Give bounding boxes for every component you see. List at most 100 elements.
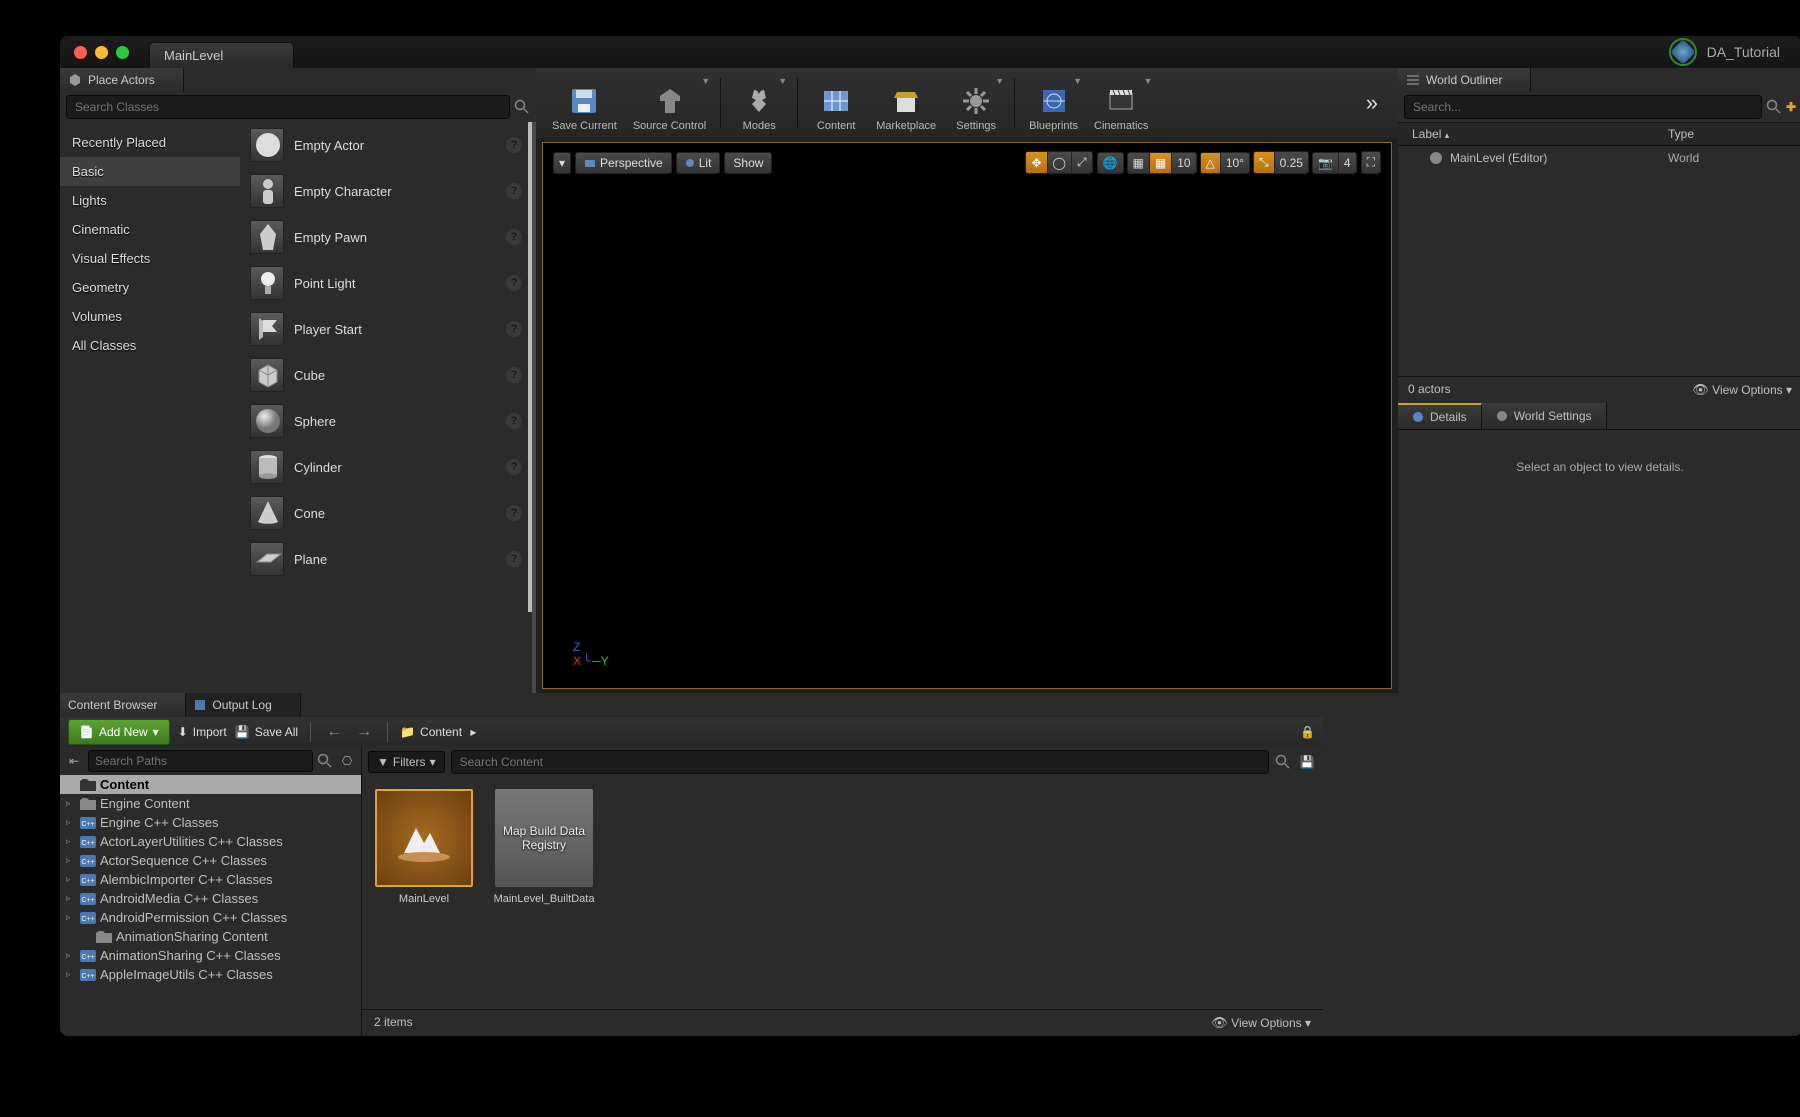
outliner-search-input[interactable] [1404, 95, 1762, 119]
tree-item[interactable]: ▹C++AndroidMedia C++ Classes [60, 889, 361, 908]
actor-point-light[interactable]: Point Light? [240, 260, 532, 306]
output-log-tab[interactable]: Output Log [186, 693, 300, 717]
category-lights[interactable]: Lights [60, 186, 240, 215]
category-geometry[interactable]: Geometry [60, 273, 240, 302]
actor-cone[interactable]: Cone? [240, 490, 532, 536]
actor-empty-character[interactable]: Empty Character? [240, 168, 532, 214]
help-icon[interactable]: ? [506, 137, 522, 153]
category-cinematic[interactable]: Cinematic [60, 215, 240, 244]
help-icon[interactable]: ? [506, 367, 522, 383]
toolbar-overflow-icon[interactable]: » [1356, 90, 1388, 116]
sources-options-icon[interactable]: ⎔ [337, 751, 357, 771]
tree-item[interactable]: ▹C++AlembicImporter C++ Classes [60, 870, 361, 889]
actor-empty-actor[interactable]: Empty Actor? [240, 122, 532, 168]
category-visual-effects[interactable]: Visual Effects [60, 244, 240, 273]
scale-snap-icon[interactable]: ⤡ [1253, 151, 1275, 174]
tree-item[interactable]: AnimationSharing Content [60, 927, 361, 946]
world-settings-tab[interactable]: World Settings [1482, 403, 1607, 429]
toolbar-cinematics[interactable]: ▼Cinematics [1088, 72, 1154, 134]
outliner-header[interactable]: Label ▴ Type [1398, 122, 1800, 146]
actor-sphere[interactable]: Sphere? [240, 398, 532, 444]
transform-tool-icon[interactable]: ✥ [1025, 151, 1047, 174]
grid-snap-toggle[interactable]: ▦ [1149, 152, 1172, 174]
content-browser-tab[interactable]: Content Browser [60, 693, 186, 717]
world-outliner-tab[interactable]: World Outliner [1398, 68, 1531, 92]
camera-speed-value[interactable]: 4 [1338, 152, 1357, 174]
close-window[interactable] [74, 46, 87, 59]
actor-cylinder[interactable]: Cylinder? [240, 444, 532, 490]
help-icon[interactable]: ? [506, 551, 522, 567]
add-folder-icon[interactable]: ✚ [1786, 100, 1796, 114]
category-all-classes[interactable]: All Classes [60, 331, 240, 360]
grid-snap-value[interactable]: 10 [1171, 152, 1196, 174]
asset-mainlevel_builtdata[interactable]: Map Build Data RegistryMainLevel_BuiltDa… [494, 789, 594, 905]
asset-mainlevel[interactable]: MainLevel [374, 789, 474, 905]
search-classes-input[interactable] [66, 95, 510, 119]
view-options-button[interactable]: 👁 View Options ▾ [1692, 382, 1792, 398]
scale-snap-value[interactable]: 0.25 [1274, 151, 1309, 174]
lock-icon[interactable]: 🔒 [1300, 725, 1315, 739]
actor-cube[interactable]: Cube? [240, 352, 532, 398]
view-options-button[interactable]: 👁 View Options ▾ [1211, 1015, 1311, 1031]
coord-space-icon[interactable]: ◯ [1047, 151, 1072, 174]
search-content-input[interactable] [451, 750, 1269, 774]
place-actors-tab[interactable]: Place Actors [60, 68, 184, 92]
save-all-button[interactable]: 💾 Save All [235, 725, 298, 739]
help-icon[interactable]: ? [506, 505, 522, 521]
tree-item[interactable]: ▹C++AnimationSharing C++ Classes [60, 946, 361, 965]
tree-item[interactable]: ▹C++AndroidPermission C++ Classes [60, 908, 361, 927]
outliner-row[interactable]: MainLevel (Editor)World [1398, 146, 1800, 170]
maximize-viewport-icon[interactable]: ⛶ [1361, 151, 1381, 174]
tree-item[interactable]: ▹Engine Content [60, 794, 361, 813]
help-icon[interactable]: ? [506, 413, 522, 429]
angle-snap-value[interactable]: 10° [1220, 152, 1250, 174]
maximize-window[interactable] [116, 46, 129, 59]
search-paths-input[interactable] [88, 750, 313, 772]
category-basic[interactable]: Basic [60, 157, 240, 186]
help-icon[interactable]: ? [506, 459, 522, 475]
grid-snap-icon[interactable]: ▦ [1127, 152, 1150, 174]
category-recently-placed[interactable]: Recently Placed [60, 128, 240, 157]
show-button[interactable]: Show [724, 152, 772, 174]
toolbar-source-control[interactable]: ▼Source Control [627, 72, 712, 134]
save-search-icon[interactable]: 💾 [1297, 752, 1317, 772]
help-icon[interactable]: ? [506, 183, 522, 199]
tree-item[interactable]: ▹C++Engine C++ Classes [60, 813, 361, 832]
minimize-window[interactable] [95, 46, 108, 59]
camera-speed-icon[interactable]: 📷 [1312, 152, 1339, 174]
viewport[interactable]: ▾ Perspective Lit Show ✥ ◯ ⤢ 🌐 ▦ ▦ 10 [542, 142, 1392, 689]
toolbar-settings[interactable]: ▼Settings [946, 72, 1006, 134]
add-new-button[interactable]: 📄 Add New ▾ [68, 719, 170, 745]
viewport-menu[interactable]: ▾ [553, 152, 571, 174]
category-volumes[interactable]: Volumes [60, 302, 240, 331]
perspective-button[interactable]: Perspective [575, 152, 672, 174]
collapse-sources-icon[interactable]: ⇤ [64, 751, 84, 771]
angle-snap-icon[interactable]: △ [1200, 152, 1221, 174]
tree-item[interactable]: ▹C++ActorLayerUtilities C++ Classes [60, 832, 361, 851]
toolbar-modes[interactable]: ▼Modes [729, 72, 789, 134]
details-tab[interactable]: Details [1398, 403, 1482, 429]
actor-empty-pawn[interactable]: Empty Pawn? [240, 214, 532, 260]
tree-item[interactable]: ▹C++ActorSequence C++ Classes [60, 851, 361, 870]
help-icon[interactable]: ? [506, 275, 522, 291]
nav-forward-icon[interactable]: → [353, 723, 375, 741]
surface-snap-icon[interactable]: ⤢ [1071, 151, 1093, 174]
help-icon[interactable]: ? [506, 229, 522, 245]
breadcrumb[interactable]: 📁 Content ▸ [400, 725, 476, 739]
toolbar-blueprints[interactable]: ▼Blueprints [1023, 72, 1084, 134]
tree-item[interactable]: ▹C++AppleImageUtils C++ Classes [60, 965, 361, 984]
nav-back-icon[interactable]: ← [323, 723, 345, 741]
filters-button[interactable]: ▼ Filters ▾ [368, 751, 445, 773]
lit-button[interactable]: Lit [676, 152, 721, 174]
toolbar-content[interactable]: Content [806, 72, 866, 134]
import-button[interactable]: ⬇ Import [178, 725, 227, 739]
help-icon[interactable]: ? [506, 321, 522, 337]
tree-item[interactable]: Content [60, 775, 361, 794]
toolbar-save-current[interactable]: Save Current [546, 72, 623, 134]
toolbar-marketplace[interactable]: Marketplace [870, 72, 942, 134]
actor-player-start[interactable]: Player Start? [240, 306, 532, 352]
actor-plane[interactable]: Plane? [240, 536, 532, 582]
globe-icon[interactable]: 🌐 [1097, 152, 1124, 174]
source-control-status-icon[interactable] [1669, 38, 1697, 66]
level-tab[interactable]: MainLevel [149, 42, 294, 68]
